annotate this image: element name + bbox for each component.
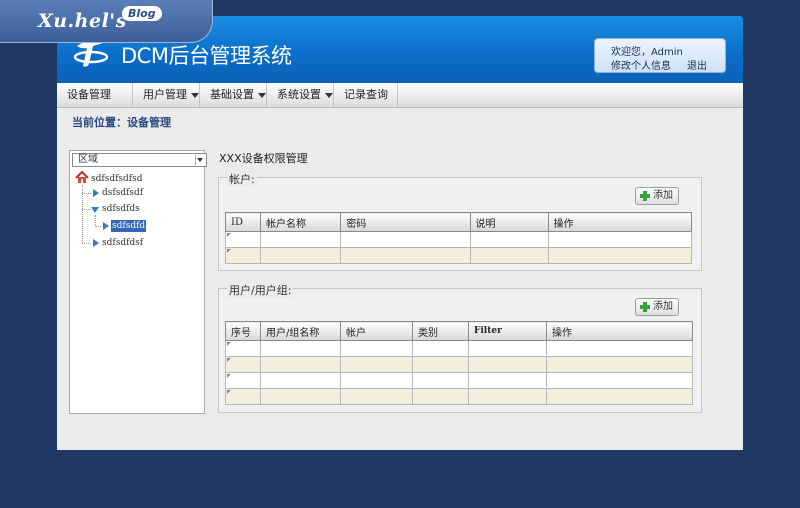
- accounts-section: 帐户: 添加 ID 帐户名称 密码 说明 操作: [218, 171, 702, 271]
- table-row[interactable]: [224, 231, 693, 248]
- column-header[interactable]: 操作: [547, 212, 693, 232]
- add-account-label: 添加: [653, 190, 673, 201]
- table-header-row: 序号 用户/组名称 帐户 类别 Filter 操作: [225, 321, 693, 341]
- users-legend: 用户/用户组:: [227, 282, 294, 298]
- add-user-button[interactable]: 添加: [635, 298, 679, 316]
- column-header[interactable]: 序号: [225, 321, 261, 341]
- column-header[interactable]: 帐户: [340, 321, 413, 341]
- expand-arrow-icon[interactable]: [93, 239, 99, 247]
- nav-user-management[interactable]: 用户管理: [133, 83, 200, 107]
- plus-icon: [640, 191, 650, 201]
- tree-node[interactable]: sdfsdfds: [102, 203, 140, 215]
- app-title: DCM后台管理系统: [121, 44, 292, 68]
- row-marker-icon: [227, 249, 231, 253]
- column-header[interactable]: ID: [224, 212, 262, 232]
- nav-label: 记录查询: [344, 88, 388, 101]
- region-tree-panel: 区域 sdfsdfsdfsd dsfsdfsdf sdfsdfds sdfsdf…: [69, 150, 207, 414]
- region-select[interactable]: 区域: [72, 153, 207, 167]
- chevron-down-icon: [325, 92, 333, 98]
- nav-label: 系统设置: [277, 88, 321, 101]
- row-marker-icon: [227, 233, 231, 237]
- accounts-legend: 帐户:: [227, 171, 257, 187]
- chevron-down-icon: [258, 92, 266, 98]
- user-info-box: 欢迎您，Admin 修改个人信息 退出: [594, 38, 726, 73]
- region-select-value: 区域: [78, 154, 98, 165]
- chevron-down-icon: [191, 92, 199, 98]
- chevron-down-icon: [195, 155, 205, 165]
- tree-node-selected[interactable]: sdfsdfd: [111, 220, 147, 232]
- table-row[interactable]: [225, 340, 693, 357]
- row-marker-icon: [227, 358, 231, 362]
- table-row[interactable]: [224, 247, 693, 264]
- nav-device-management[interactable]: 设备管理: [57, 83, 133, 107]
- tree-node[interactable]: dsfsdfsdf: [102, 187, 143, 199]
- column-header[interactable]: 用户/组名称: [260, 321, 341, 341]
- tree-connector: [95, 226, 101, 227]
- column-header[interactable]: 帐户名称: [260, 212, 342, 232]
- add-account-button[interactable]: 添加: [635, 187, 679, 205]
- nav-label: 基础设置: [210, 88, 254, 101]
- nav-basic-settings[interactable]: 基础设置: [200, 83, 267, 107]
- page-heading: XXX设备权限管理: [219, 152, 308, 165]
- tree-node[interactable]: sdfsdfdsf: [102, 237, 143, 249]
- main-nav: 设备管理 用户管理 基础设置 系统设置 记录查询: [57, 83, 743, 108]
- tree-connector: [82, 243, 91, 244]
- edit-profile-link[interactable]: 修改个人信息: [611, 57, 671, 72]
- home-icon: [75, 171, 89, 183]
- row-marker-icon: [227, 342, 231, 346]
- users-section: 用户/用户组: 添加 序号 用户/组名称 帐户 类别 Filter 操作: [218, 282, 702, 413]
- column-header[interactable]: 说明: [469, 212, 549, 232]
- users-table: 序号 用户/组名称 帐户 类别 Filter 操作: [225, 321, 693, 405]
- watermark-text: Xu.hel's: [38, 10, 127, 32]
- accounts-table: ID 帐户名称 密码 说明 操作: [224, 212, 693, 264]
- user-greeting: 欢迎您，Admin: [611, 47, 683, 58]
- row-marker-icon: [227, 374, 231, 378]
- breadcrumb: 当前位置：设备管理: [72, 116, 171, 129]
- row-marker-icon: [227, 390, 231, 394]
- table-row[interactable]: [225, 372, 693, 389]
- column-header[interactable]: 类别: [412, 321, 469, 341]
- plus-icon: [640, 302, 650, 312]
- table-row[interactable]: [225, 388, 693, 405]
- tree-connector: [82, 209, 91, 210]
- column-header[interactable]: 密码: [340, 212, 471, 232]
- tree-connector: [82, 193, 91, 194]
- column-header[interactable]: 操作: [546, 321, 693, 341]
- watermark-badge: Blog: [122, 6, 162, 21]
- nav-label: 用户管理: [143, 88, 187, 101]
- nav-system-settings[interactable]: 系统设置: [267, 83, 334, 107]
- tree-root-node[interactable]: sdfsdfsdfsd: [91, 173, 143, 185]
- collapse-arrow-icon[interactable]: [91, 207, 99, 213]
- table-header-row: ID 帐户名称 密码 说明 操作: [224, 212, 693, 232]
- nav-record-query[interactable]: 记录查询: [334, 83, 398, 107]
- logout-link[interactable]: 退出: [687, 57, 707, 72]
- add-user-label: 添加: [653, 301, 673, 312]
- expand-arrow-icon[interactable]: [103, 222, 109, 230]
- nav-label: 设备管理: [67, 88, 111, 101]
- blog-watermark: Xu.hel's Blog: [0, 0, 213, 43]
- column-header[interactable]: Filter: [468, 321, 547, 341]
- expand-arrow-icon[interactable]: [93, 189, 99, 197]
- app-window: DCM后台管理系统 欢迎您，Admin 修改个人信息 退出 设备管理 用户管理 …: [57, 16, 743, 450]
- table-row[interactable]: [225, 356, 693, 373]
